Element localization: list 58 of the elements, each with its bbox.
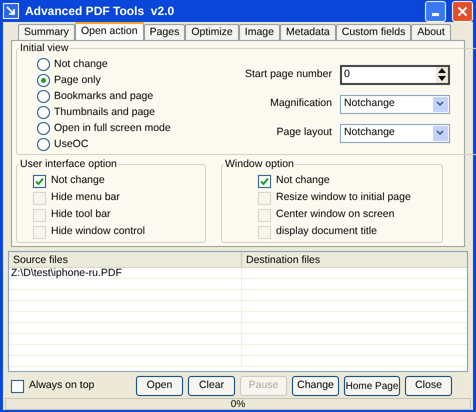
group-title: Initial view	[19, 41, 70, 56]
push-button[interactable]: Close	[405, 376, 452, 396]
checkbox-label: Hide window control	[51, 224, 145, 240]
tab[interactable]: Summary	[18, 24, 75, 40]
field-label: Page layout	[276, 125, 332, 140]
radio-button[interactable]	[37, 138, 50, 152]
tab[interactable]: Image	[238, 24, 280, 40]
tab[interactable]: Open action	[74, 22, 144, 40]
dropdown[interactable]: Notchange	[340, 124, 450, 143]
tab[interactable]: Optimize	[185, 24, 239, 40]
group-title: User interface option	[19, 157, 118, 172]
push-button[interactable]: Clear	[188, 376, 235, 396]
radio-label: Thumbnails and page	[54, 104, 155, 120]
radio-button[interactable]	[37, 58, 50, 72]
radio-button[interactable]	[37, 90, 50, 104]
push-button[interactable]: Change	[292, 376, 339, 396]
field-label: Start page number	[245, 66, 332, 82]
radio-label: Bookmarks and page	[54, 88, 154, 104]
checkbox-label: Hide menu bar	[51, 190, 120, 206]
close-icon	[457, 6, 468, 16]
push-button[interactable]: Open	[136, 376, 183, 396]
dropdown[interactable]: Notchange	[340, 94, 450, 114]
push-button[interactable]: Home Page	[344, 376, 400, 396]
number-field[interactable]: 0	[340, 64, 450, 85]
column-header[interactable]: Destination files	[242, 252, 467, 267]
app-icon	[3, 3, 19, 19]
status-text: 0%	[230, 398, 246, 410]
checkbox-label: display document title	[276, 224, 377, 240]
field-label: Magnification	[270, 96, 332, 112]
checkbox-label: Hide tool bar	[51, 207, 111, 222]
spinner-arrows-icon	[436, 66, 448, 83]
radio-button[interactable]	[37, 74, 50, 88]
radio-label: Page only	[54, 72, 101, 88]
checkbox[interactable]	[11, 380, 24, 392]
close-button[interactable]	[452, 0, 473, 22]
radio-label: Open in full screen mode	[54, 120, 171, 136]
radio-label: UseOC	[54, 136, 88, 152]
checkbox[interactable]	[33, 174, 46, 188]
checkbox-label: Center window on screen	[276, 207, 394, 222]
checkbox-label: Resize window to initial page	[276, 190, 411, 206]
checkbox-label: Not change	[276, 173, 330, 188]
tab[interactable]: Custom fields	[336, 24, 412, 40]
radio-button[interactable]	[37, 122, 50, 136]
checkbox[interactable]	[258, 174, 271, 188]
window-title: Advanced PDF Tools v2.0	[25, 3, 176, 20]
chevron-down-icon	[432, 126, 448, 141]
column-header[interactable]: Source files	[9, 252, 242, 267]
tab[interactable]: About	[411, 24, 451, 40]
checkbox-label: Not change	[51, 173, 105, 188]
radio-button[interactable]	[37, 106, 50, 120]
radio-label: Not change	[54, 56, 108, 72]
minimize-button[interactable]	[425, 0, 446, 22]
table-cell: Z:\D\test\iphone-ru.PDF	[9, 268, 242, 278]
group-title: Window option	[224, 157, 295, 172]
checkbox-label: Always on top	[29, 378, 94, 394]
tab[interactable]: Pages	[144, 24, 186, 40]
tab[interactable]: Metadata	[280, 24, 336, 40]
chevron-down-icon	[432, 96, 448, 112]
